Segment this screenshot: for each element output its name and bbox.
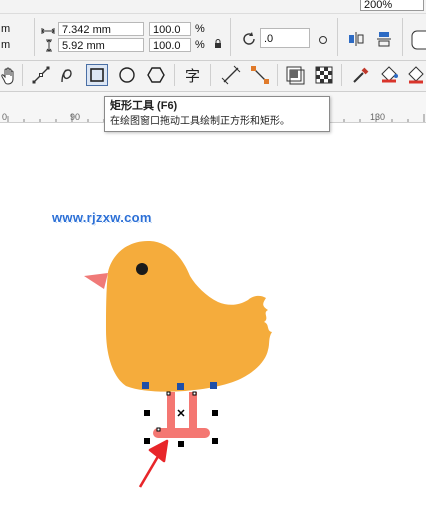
chick-feet: [153, 428, 210, 438]
selection-handle-small: [166, 391, 171, 396]
chick-illustration[interactable]: [0, 0, 426, 509]
chick-beak: [84, 273, 108, 289]
chick-leg-right: [189, 392, 197, 428]
watermark-text: www.rjzxw.com: [52, 210, 152, 225]
tooltip-description: 在绘图窗口拖动工具绘制正方形和矩形。: [110, 116, 290, 127]
rectangle-tool-tooltip: 矩形工具 (F6) 在绘图窗口拖动工具绘制正方形和矩形。: [104, 96, 330, 132]
tooltip-title: 矩形工具 (F6): [110, 100, 178, 112]
shape-node: [177, 383, 184, 390]
shape-node: [142, 382, 149, 389]
shape-node: [210, 382, 217, 389]
chick-body: [106, 240, 272, 392]
selection-handle-small: [156, 427, 161, 432]
red-arrow: [138, 439, 169, 488]
chick-leg-left: [167, 392, 175, 428]
selection-center-marker: [177, 409, 185, 417]
selection-handle-small: [192, 391, 197, 396]
chick-eye: [136, 263, 148, 275]
